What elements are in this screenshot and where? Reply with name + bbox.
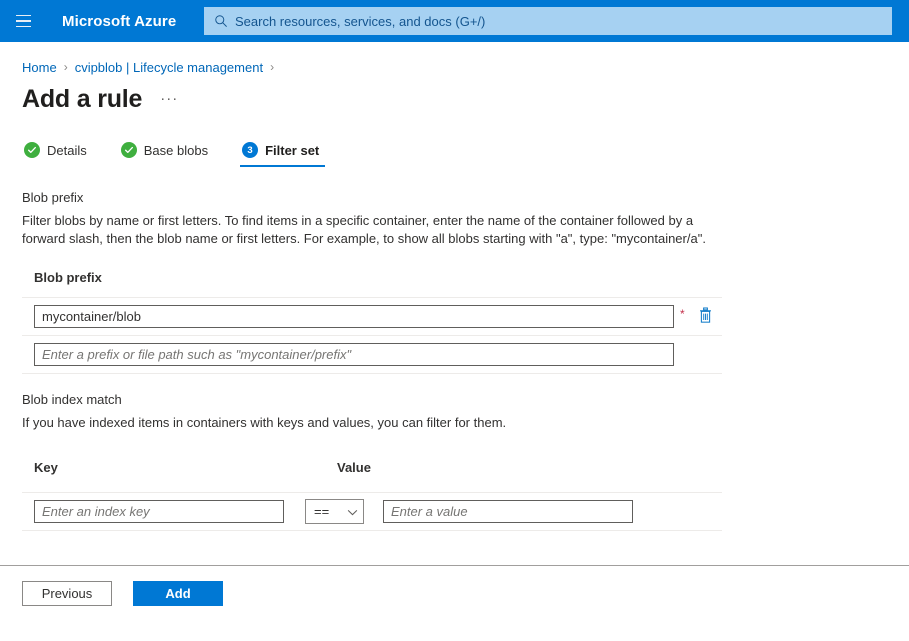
table-row (22, 336, 722, 374)
blob-index-match-field-group: Key Value == (22, 454, 909, 531)
chevron-down-icon (347, 504, 358, 519)
more-options-button[interactable]: ··· (160, 90, 178, 107)
check-circle-icon (24, 142, 40, 158)
blob-prefix-label: Blob prefix (34, 270, 909, 285)
blob-index-match-header-row: Key Value (22, 454, 909, 480)
breadcrumb: Home › cvipblob | Lifecycle management › (22, 58, 909, 76)
add-button[interactable]: Add (133, 581, 223, 606)
blob-index-match-section-title: Blob index match (22, 392, 909, 407)
blob-prefix-table: * (22, 297, 722, 374)
trash-icon (698, 307, 713, 327)
search-input[interactable] (235, 14, 855, 29)
footer-actions: Previous Add (22, 581, 909, 606)
blob-prefix-field-group: Blob prefix * (22, 270, 909, 374)
blob-prefix-section-description: Filter blobs by name or first letters. T… (22, 212, 712, 248)
breadcrumb-separator-icon: › (64, 61, 68, 73)
blob-index-match-table: == (22, 492, 722, 531)
delete-prefix-button[interactable] (697, 307, 715, 327)
global-search[interactable] (204, 7, 892, 35)
footer-divider (0, 565, 909, 566)
breadcrumb-separator-icon: › (270, 61, 274, 73)
global-header: Microsoft Azure (0, 0, 909, 42)
tab-base-blobs[interactable]: Base blobs (119, 142, 218, 167)
required-marker: * (680, 308, 685, 320)
search-icon (214, 14, 228, 28)
tab-details-label: Details (47, 143, 87, 158)
tab-base-blobs-label: Base blobs (144, 143, 208, 158)
previous-button[interactable]: Previous (22, 581, 112, 606)
index-key-input[interactable] (34, 500, 284, 523)
table-row: == (22, 493, 722, 531)
check-circle-icon (121, 142, 137, 158)
step-number-badge: 3 (242, 142, 258, 158)
operator-select[interactable]: == (305, 499, 364, 524)
blob-prefix-input-1[interactable] (34, 305, 674, 328)
filter-set-panel: Blob prefix Filter blobs by name or firs… (0, 190, 909, 606)
hamburger-icon[interactable] (2, 0, 44, 42)
tab-details[interactable]: Details (22, 142, 97, 167)
tab-filter-set[interactable]: 3 Filter set (240, 142, 329, 167)
page-title-row: Add a rule ··· (22, 84, 909, 114)
breadcrumb-item-home[interactable]: Home (22, 60, 57, 75)
blob-prefix-section-title: Blob prefix (22, 190, 909, 205)
breadcrumb-item-lifecycle-management[interactable]: cvipblob | Lifecycle management (75, 60, 263, 75)
table-row: * (22, 298, 722, 336)
column-header-value: Value (337, 460, 371, 475)
tab-filter-set-label: Filter set (265, 143, 319, 158)
operator-select-value: == (314, 505, 329, 518)
azure-brand-link[interactable]: Microsoft Azure (62, 13, 176, 30)
page-title: Add a rule (22, 84, 142, 114)
index-value-input[interactable] (383, 500, 633, 523)
column-header-key: Key (34, 460, 337, 475)
blob-prefix-input-2[interactable] (34, 343, 674, 366)
blob-index-match-section-description: If you have indexed items in containers … (22, 414, 712, 432)
wizard-steps: Details Base blobs 3 Filter set (22, 142, 909, 172)
